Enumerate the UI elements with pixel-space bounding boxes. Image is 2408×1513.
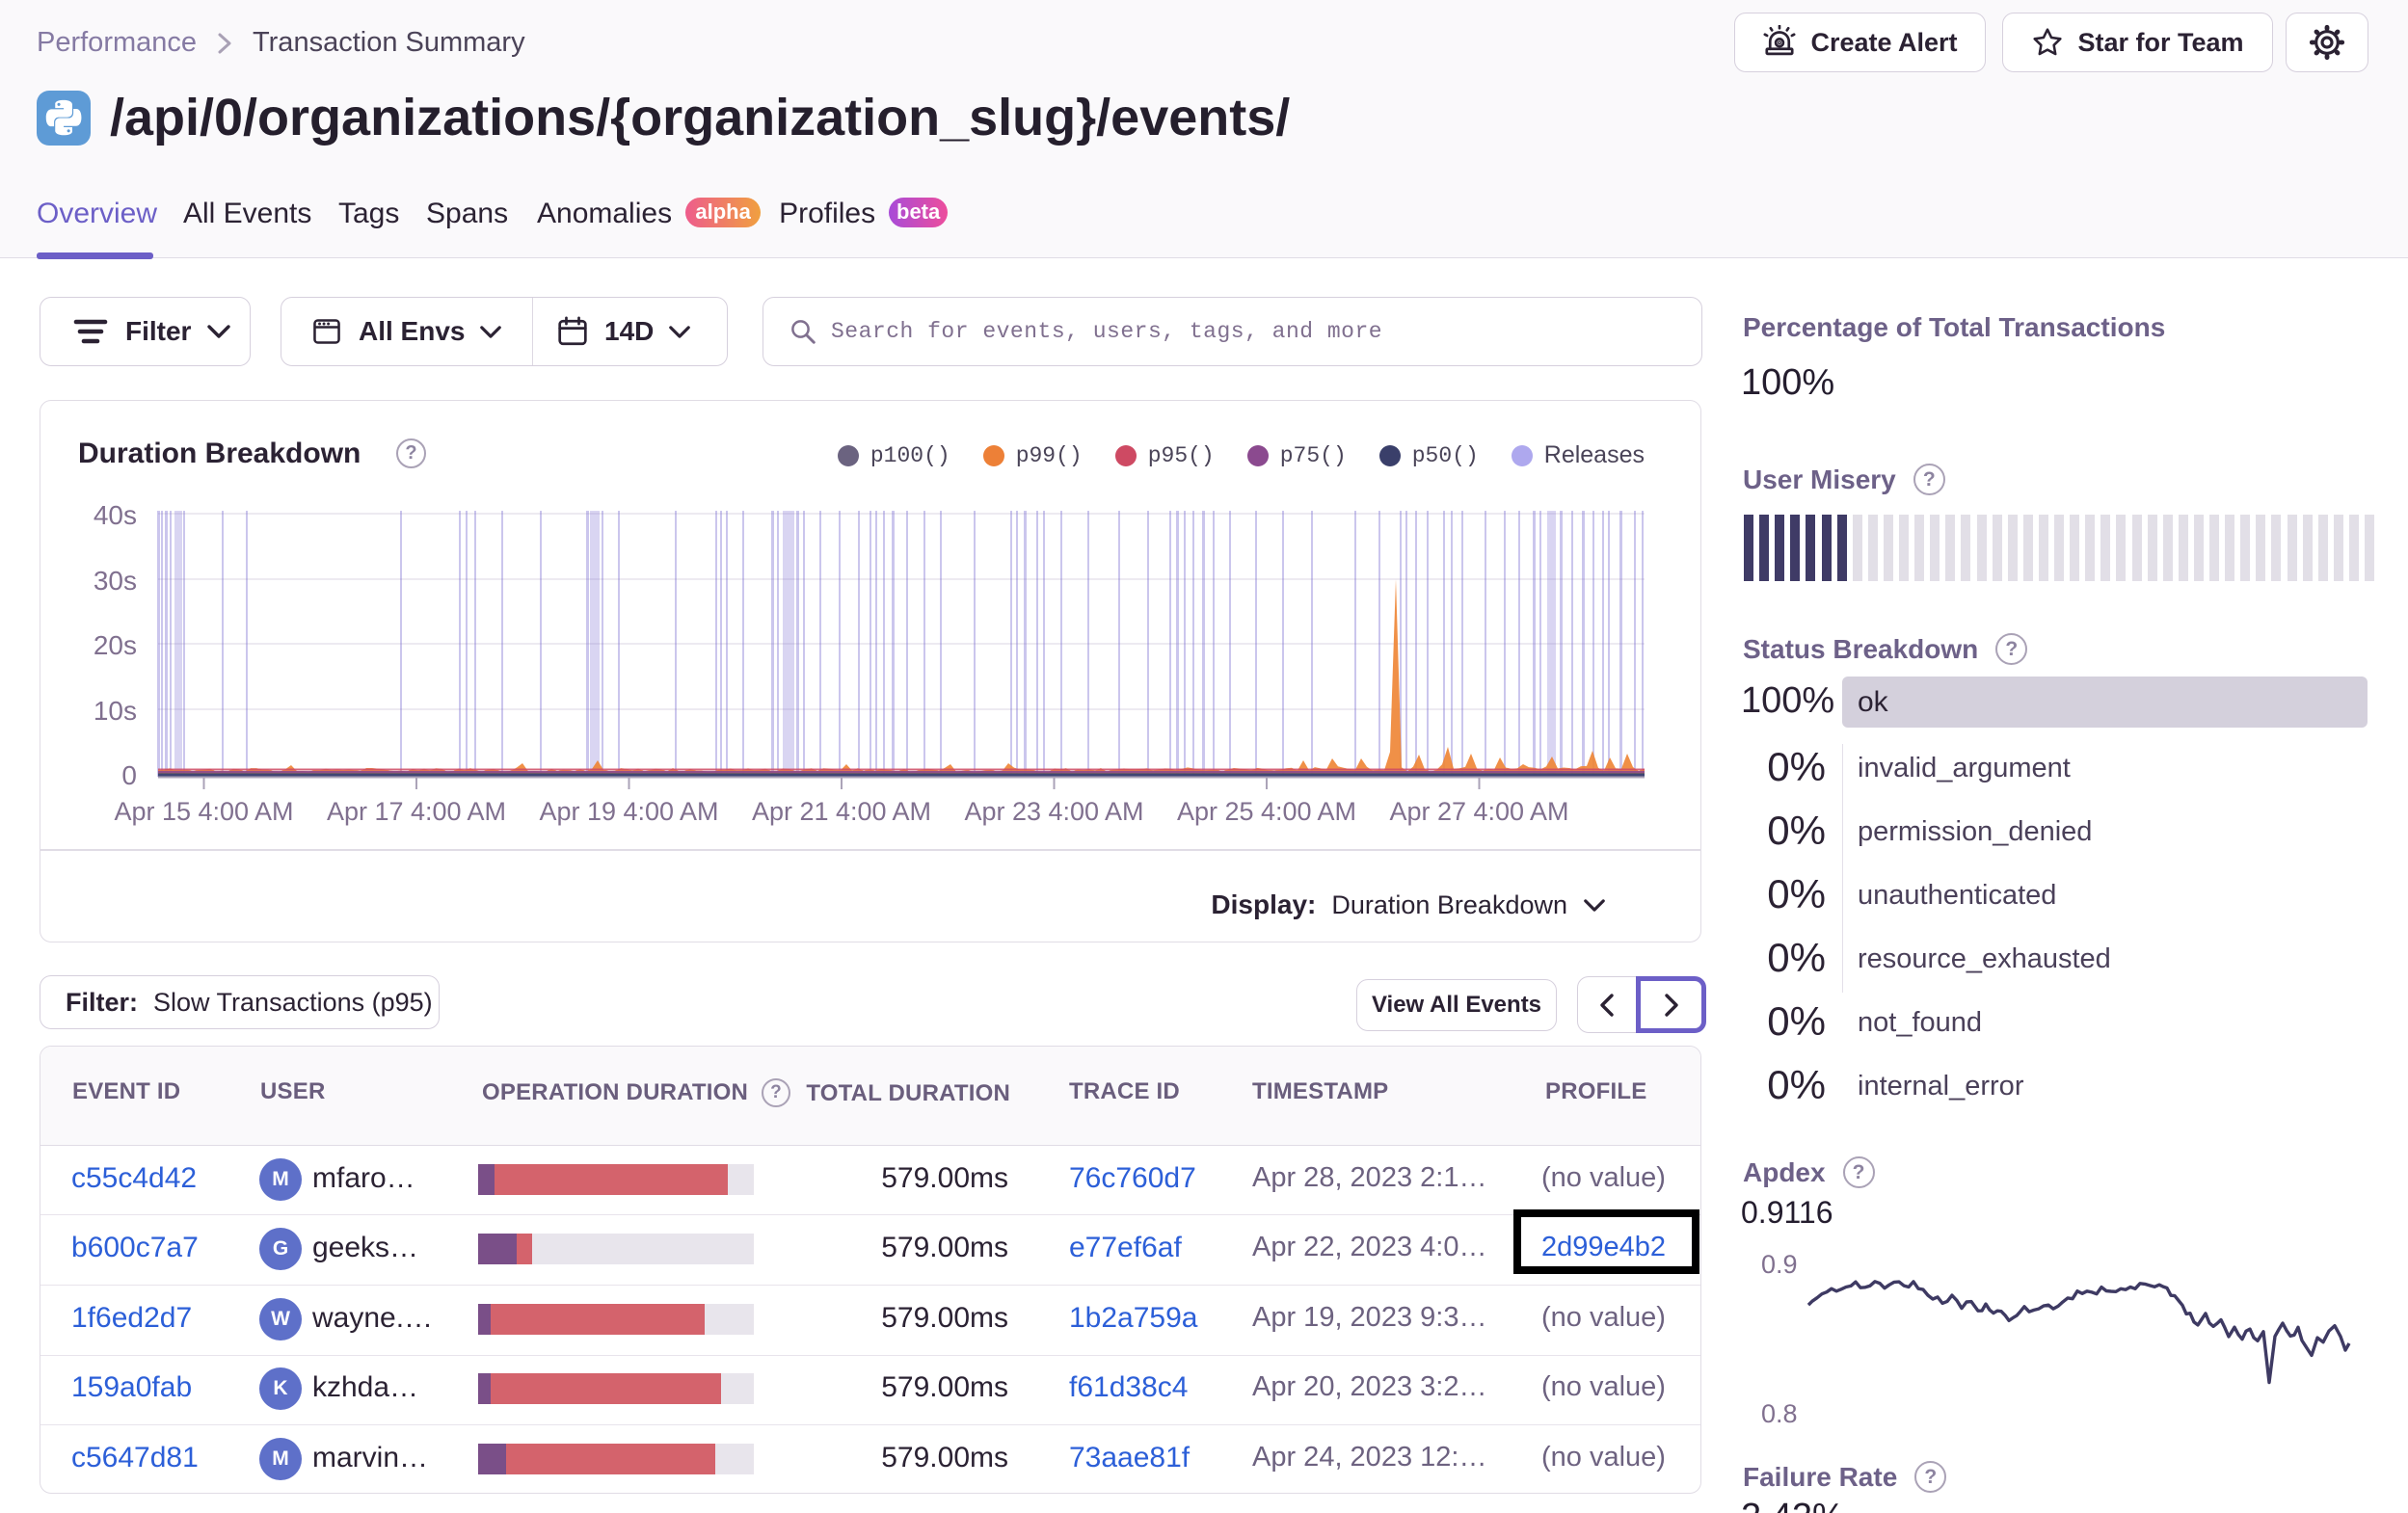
svg-text:Apr 21 4:00 AM: Apr 21 4:00 AM — [752, 797, 931, 826]
svg-text:Apr 19 4:00 AM: Apr 19 4:00 AM — [539, 797, 718, 826]
svg-text:Apr 15 4:00 AM: Apr 15 4:00 AM — [114, 797, 293, 826]
svg-text:Apr 25 4:00 AM: Apr 25 4:00 AM — [1177, 797, 1356, 826]
svg-text:Apr 17 4:00 AM: Apr 17 4:00 AM — [327, 797, 506, 826]
svg-text:0: 0 — [121, 760, 137, 790]
svg-text:10s: 10s — [94, 696, 137, 726]
svg-text:30s: 30s — [94, 566, 137, 596]
svg-text:40s: 40s — [94, 500, 137, 530]
svg-text:Apr 23 4:00 AM: Apr 23 4:00 AM — [964, 797, 1143, 826]
svg-text:20s: 20s — [94, 630, 137, 660]
svg-text:Apr 27 4:00 AM: Apr 27 4:00 AM — [1389, 797, 1568, 826]
